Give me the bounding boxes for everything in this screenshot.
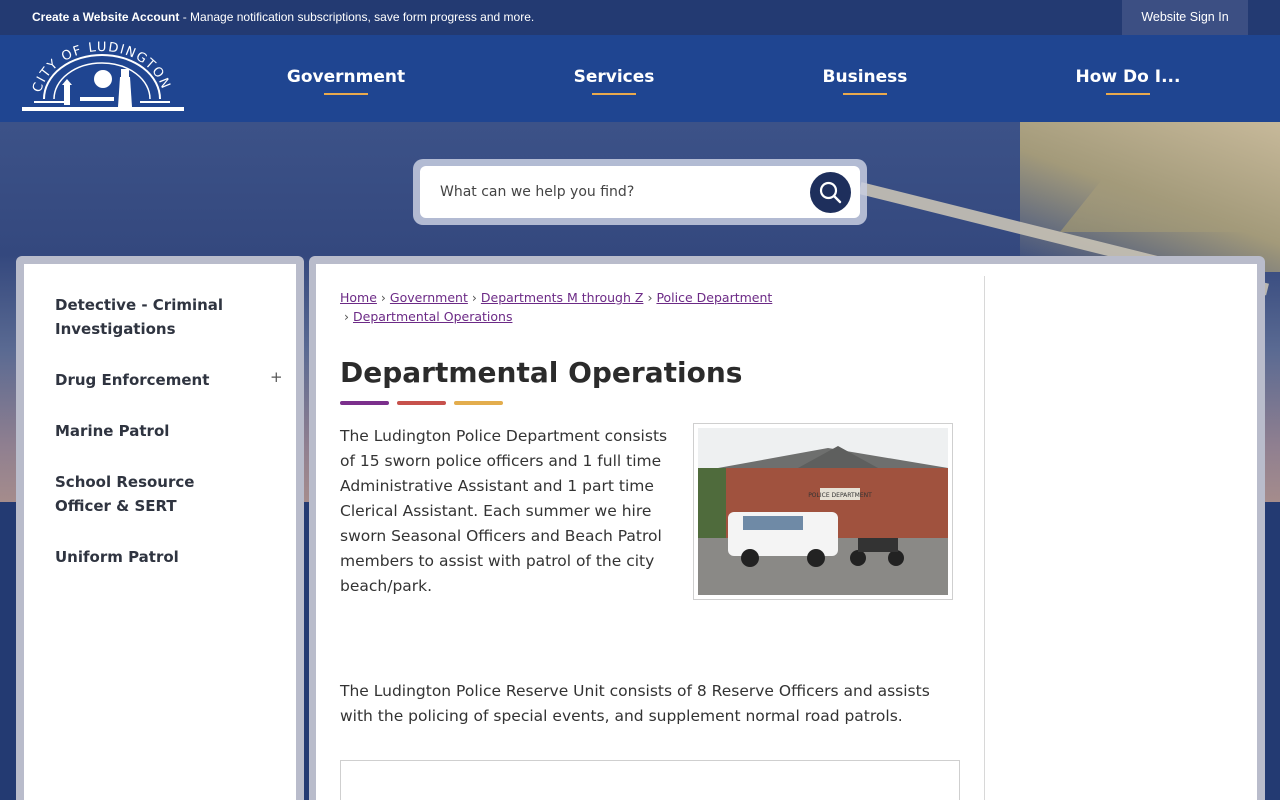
search-icon <box>819 181 842 204</box>
utility-bar: Create a Website Account - Manage notifi… <box>0 0 1280 35</box>
page-title: Departmental Operations <box>340 356 743 389</box>
nav-services-label: Services <box>573 67 655 87</box>
nav-underline <box>843 93 887 95</box>
reserve-unit-paragraph: The Ludington Police Reserve Unit consis… <box>340 682 930 725</box>
sidebar-item-uniform-patrol[interactable]: Uniform Patrol <box>55 545 255 569</box>
nav-business[interactable]: Business <box>785 35 945 122</box>
content-box <box>340 760 960 800</box>
nav-underline <box>324 93 368 95</box>
nav-how-do-i[interactable]: How Do I... <box>1048 35 1208 122</box>
sidebar-item-detective[interactable]: Detective - Criminal Investigations <box>55 293 255 341</box>
police-station-photo: POLICE DEPARTMENT <box>693 423 953 600</box>
breadcrumb-departmental-operations[interactable]: Departmental Operations <box>353 309 512 324</box>
police-station-image: POLICE DEPARTMENT <box>698 428 948 595</box>
search-container: What can we help you find? <box>413 159 867 225</box>
breadcrumb-home[interactable]: Home <box>340 290 377 305</box>
title-accent-red <box>397 401 446 405</box>
create-account-message[interactable]: Create a Website Account - Manage notifi… <box>32 0 534 35</box>
city-logo[interactable]: CITY OF LUDINGTON <box>20 39 186 117</box>
lighthouse-logo-icon: CITY OF LUDINGTON <box>22 40 184 111</box>
search-input[interactable]: What can we help you find? <box>420 166 860 218</box>
hero-land <box>1020 122 1280 272</box>
title-accent-gold <box>454 401 503 405</box>
nav-underline <box>1106 93 1150 95</box>
sidebar-nav: Detective - Criminal Investigations Drug… <box>24 264 296 800</box>
title-accent-purple <box>340 401 389 405</box>
breadcrumb-departments-m-z[interactable]: Departments M through Z <box>481 290 644 305</box>
nav-services[interactable]: Services <box>534 35 694 122</box>
breadcrumb-government[interactable]: Government <box>390 290 468 305</box>
sidebar-item-school-resource-officer[interactable]: School Resource Officer & SERT <box>55 470 245 518</box>
nav-underline <box>592 93 636 95</box>
site-header: CITY OF LUDINGTON Government Services Bu… <box>0 35 1280 122</box>
search-button[interactable] <box>810 172 851 213</box>
nav-government-label: Government <box>286 67 406 87</box>
sidebar-item-drug-enforcement[interactable]: Drug Enforcement <box>55 368 255 392</box>
breadcrumb-separator: › <box>344 309 349 324</box>
nav-how-do-i-label: How Do I... <box>1075 67 1181 87</box>
nav-business-label: Business <box>822 67 908 87</box>
create-account-link[interactable]: Create a Website Account <box>32 10 179 24</box>
breadcrumb-separator: › <box>647 290 653 305</box>
breadcrumb-separator: › <box>471 290 477 305</box>
station-sign: POLICE DEPARTMENT <box>808 492 872 499</box>
search-placeholder: What can we help you find? <box>440 184 635 200</box>
intro-paragraph: The Ludington Police Department consists… <box>340 427 668 595</box>
breadcrumb-separator: › <box>380 290 386 305</box>
create-account-description: - Manage notification subscriptions, sav… <box>179 10 535 24</box>
breadcrumb-police-department[interactable]: Police Department <box>656 290 772 305</box>
sidebar-item-marine-patrol[interactable]: Marine Patrol <box>55 419 255 443</box>
expand-icon[interactable]: + <box>270 368 283 386</box>
nav-government[interactable]: Government <box>266 35 426 122</box>
police-building-illustration: POLICE DEPARTMENT <box>698 428 948 595</box>
main-content: Home › Government › Departments M through Z ›… <box>316 264 1257 800</box>
breadcrumb: Home › Government › Departments M through Z ›… <box>340 288 940 326</box>
website-sign-in-button[interactable]: Website Sign In <box>1122 0 1248 35</box>
column-divider <box>984 276 985 800</box>
